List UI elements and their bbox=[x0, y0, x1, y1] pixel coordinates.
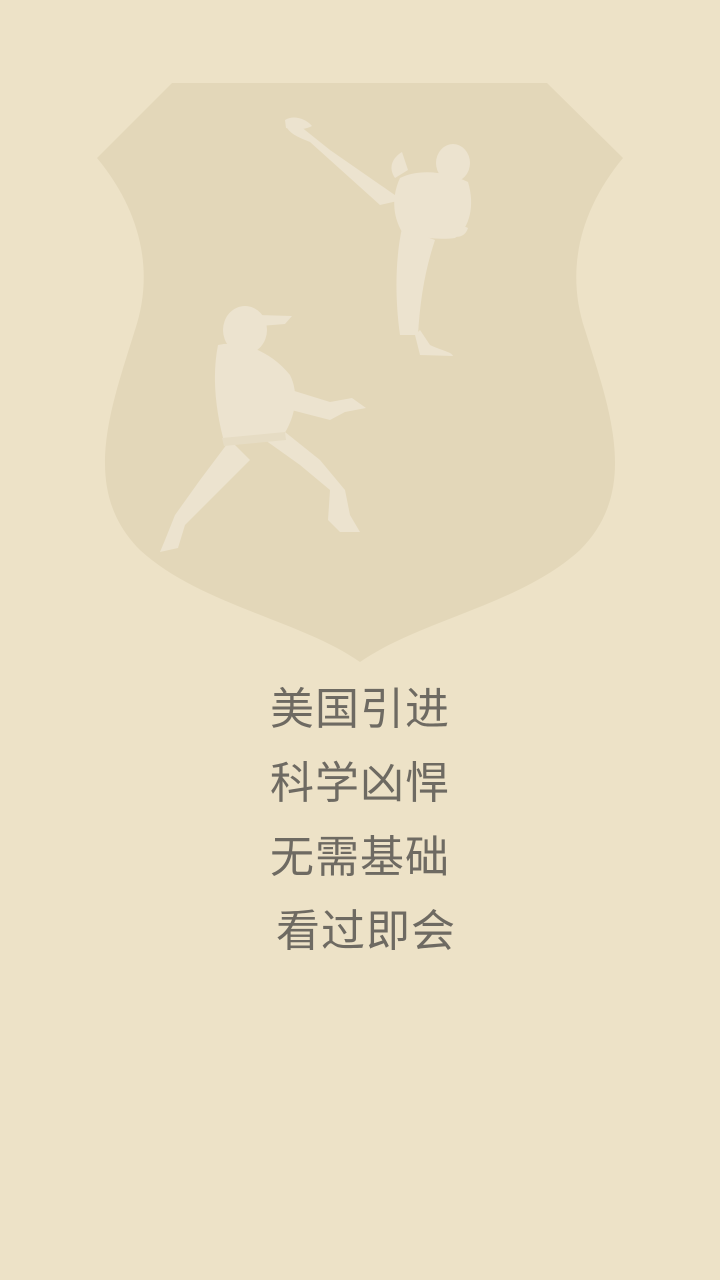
shield-shape bbox=[97, 83, 623, 662]
karate-shield-logo bbox=[97, 83, 623, 662]
splash-screen: 美国引进 科学凶悍 无需基础 看过即会 bbox=[0, 0, 720, 1280]
tagline-line-2: 科学凶悍 bbox=[270, 758, 450, 809]
tagline-line-3: 无需基础 bbox=[270, 832, 450, 883]
tagline-line-4: 看过即会 bbox=[276, 906, 456, 957]
tagline-line-1: 美国引进 bbox=[270, 684, 450, 735]
